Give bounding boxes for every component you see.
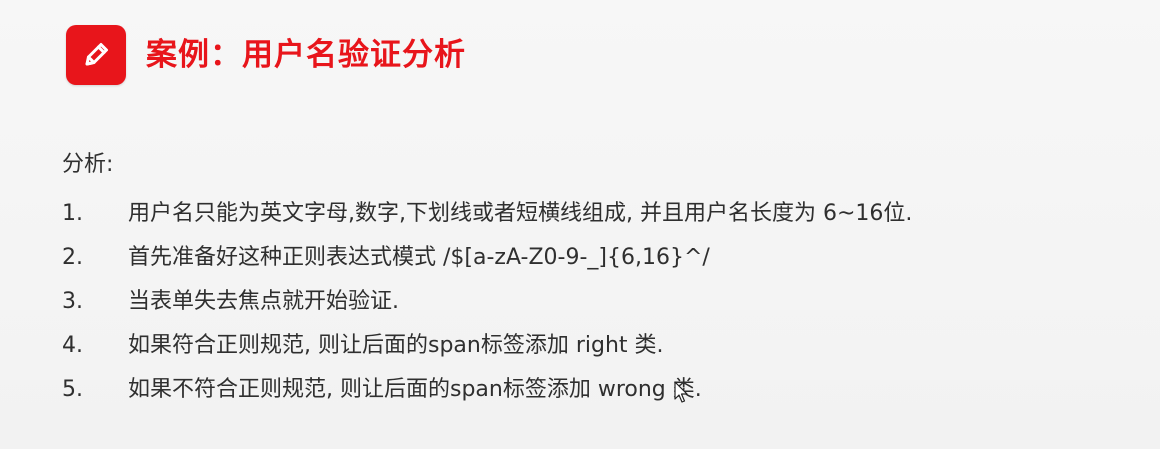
item-number: 3. — [62, 289, 83, 314]
item-number: 1. — [62, 201, 83, 226]
analysis-label: 分析: — [62, 152, 114, 177]
slide-header: 案例：用户名验证分析 — [66, 24, 466, 86]
item-text: 首先准备好这种正则表达式模式 /$[a-zA-Z0-9-_]{6,16}^/ — [128, 245, 710, 270]
item-number: 2. — [62, 245, 83, 270]
item-text: 如果不符合正则规范, 则让后面的span标签添加 wrong 类. — [128, 377, 702, 402]
item-text: 当表单失去焦点就开始验证. — [128, 289, 399, 314]
page-title: 案例：用户名验证分析 — [146, 36, 466, 73]
item-number: 4. — [62, 333, 83, 358]
item-number: 5. — [62, 377, 83, 402]
item-text: 如果符合正则规范, 则让后面的span标签添加 right 类. — [128, 333, 664, 358]
mouse-cursor-icon — [674, 381, 688, 403]
pencil-icon — [66, 25, 126, 85]
item-text: 用户名只能为英文字母,数字,下划线或者短横线组成, 并且用户名长度为 6~16位… — [128, 201, 913, 226]
slide: 案例：用户名验证分析 分析: 1. 用户名只能为英文字母,数字,下划线或者短横线… — [0, 0, 1160, 449]
